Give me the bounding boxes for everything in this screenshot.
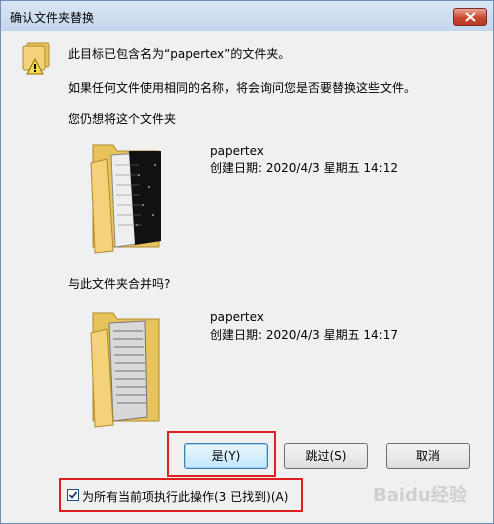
- message-line-3: 您仍想将这个文件夹: [68, 112, 177, 126]
- apply-all-label[interactable]: 为所有当前项执行此操作(3 已找到)(A): [82, 488, 288, 505]
- dialog-content: 此目标已包含名为“papertex”的文件夹。 如果任何文件使用相同的名称，将会…: [7, 31, 487, 517]
- source-folder-name: papertex: [210, 310, 264, 324]
- apply-all-checkbox[interactable]: [67, 489, 79, 501]
- window-title: 确认文件夹替换: [10, 11, 95, 25]
- target-folder-name: papertex: [210, 144, 264, 158]
- target-folder-icon[interactable]: [89, 135, 165, 255]
- message-line-1: 此目标已包含名为“papertex”的文件夹。: [68, 47, 291, 61]
- source-folder-icon[interactable]: [89, 303, 165, 429]
- checkmark-icon: [68, 491, 78, 499]
- baidu-watermark: Baidu经验: [373, 485, 467, 506]
- yes-button-highlight: [167, 431, 276, 477]
- title-bar[interactable]: 确认文件夹替换: [1, 1, 493, 31]
- cancel-button[interactable]: 取消: [386, 443, 470, 469]
- source-folder-created: 创建日期: 2020/4/3 星期五 14:17: [210, 328, 398, 342]
- skip-button[interactable]: 跳过(S): [284, 443, 368, 469]
- close-icon: [465, 12, 476, 22]
- target-folder-created: 创建日期: 2020/4/3 星期五 14:12: [210, 161, 398, 175]
- message-line-2: 如果任何文件使用相同的名称，将会询问您是否要替换这些文件。: [68, 81, 417, 95]
- confirm-folder-replace-dialog: 确认文件夹替换 此目标已包含名为“papertex”的文件夹。 如果任何文件使用…: [0, 0, 494, 524]
- folder-warning-icon: [17, 41, 53, 75]
- close-button[interactable]: [453, 8, 487, 26]
- merge-prompt: 与此文件夹合并吗?: [68, 277, 171, 291]
